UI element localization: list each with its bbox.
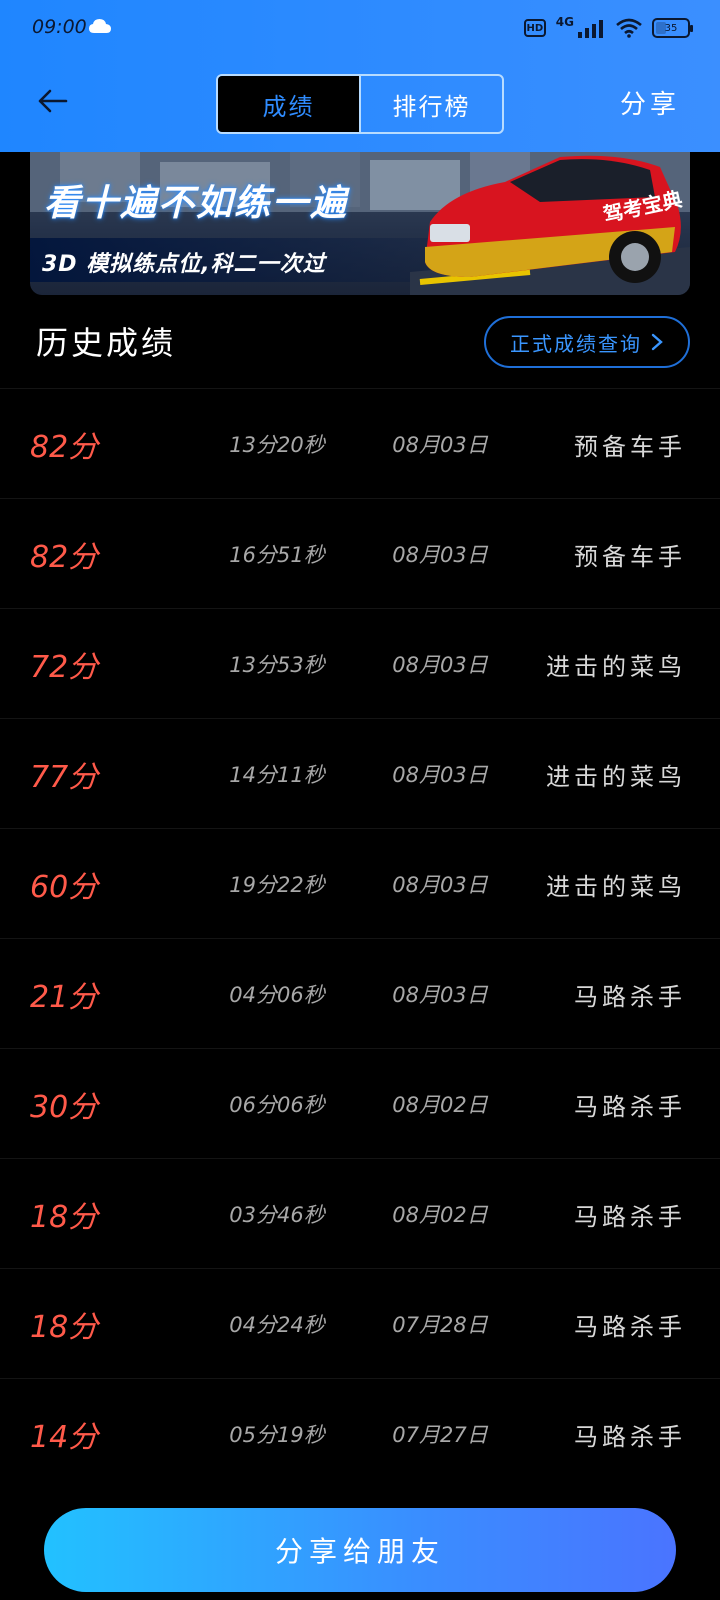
record-score: 60分 bbox=[30, 870, 99, 905]
wifi-icon bbox=[616, 18, 642, 38]
status-indicators: HD 4G 35 bbox=[523, 14, 693, 42]
record-row[interactable]: 18分 04分24秒 07月28日 马路杀手 bbox=[0, 1268, 720, 1378]
record-date: 08月03日 bbox=[392, 763, 488, 787]
tab-scores[interactable]: 成绩 bbox=[218, 76, 359, 132]
record-score: 18分 bbox=[30, 1200, 99, 1235]
record-rank: 马路杀手 bbox=[574, 1422, 686, 1451]
official-score-query-button[interactable]: 正式成绩查询 bbox=[484, 316, 690, 368]
network-type: 4G bbox=[555, 15, 574, 29]
record-date: 08月03日 bbox=[392, 873, 488, 897]
record-duration: 14分11秒 bbox=[229, 763, 325, 787]
record-duration: 16分51秒 bbox=[229, 543, 325, 567]
record-duration: 03分46秒 bbox=[229, 1203, 325, 1227]
status-bar: 09:00 HD 4G 35 bbox=[0, 0, 720, 58]
promo-banner[interactable]: 看十遍不如练一遍 3D 模拟练点位,科二一次过 驾考宝典 bbox=[30, 152, 690, 295]
record-row[interactable]: 30分 06分06秒 08月02日 马路杀手 bbox=[0, 1048, 720, 1158]
banner-title: 看十遍不如练一遍 bbox=[44, 183, 349, 224]
query-button-label: 正式成绩查询 bbox=[510, 331, 642, 356]
record-duration: 04分24秒 bbox=[229, 1313, 325, 1337]
record-rank: 马路杀手 bbox=[574, 1312, 686, 1341]
record-date: 08月03日 bbox=[392, 433, 488, 457]
record-row[interactable]: 21分 04分06秒 08月03日 马路杀手 bbox=[0, 938, 720, 1048]
record-score: 82分 bbox=[30, 540, 99, 575]
cloud-icon bbox=[89, 19, 111, 33]
record-rank: 马路杀手 bbox=[574, 1092, 686, 1121]
tab-leaderboard[interactable]: 排行榜 bbox=[359, 76, 502, 132]
record-rank: 预备车手 bbox=[574, 432, 686, 461]
record-duration: 05分19秒 bbox=[229, 1423, 325, 1447]
record-date: 08月03日 bbox=[392, 543, 488, 567]
hd-badge: HD bbox=[523, 19, 546, 37]
record-row[interactable]: 14分 05分19秒 07月27日 马路杀手 bbox=[0, 1378, 720, 1488]
signal-icon bbox=[578, 20, 603, 38]
record-row[interactable]: 72分 13分53秒 08月03日 进击的菜鸟 bbox=[0, 608, 720, 718]
tab-bar: 成绩 排行榜 bbox=[216, 74, 504, 134]
record-rank: 预备车手 bbox=[574, 542, 686, 571]
chevron-right-icon bbox=[651, 333, 663, 351]
record-score: 18分 bbox=[30, 1310, 99, 1345]
section-title: 历史成绩 bbox=[36, 324, 177, 362]
battery-icon: 35 bbox=[652, 18, 693, 38]
car-illustration: 驾考宝典 bbox=[410, 155, 690, 295]
record-duration: 19分22秒 bbox=[229, 873, 325, 897]
record-rank: 进击的菜鸟 bbox=[546, 652, 686, 681]
record-rank: 进击的菜鸟 bbox=[546, 872, 686, 901]
record-rank: 马路杀手 bbox=[574, 1202, 686, 1231]
share-button[interactable]: 分享 bbox=[620, 84, 680, 121]
record-date: 08月02日 bbox=[392, 1093, 488, 1117]
record-row[interactable]: 82分 13分20秒 08月03日 预备车手 bbox=[0, 388, 720, 498]
record-date: 08月03日 bbox=[392, 983, 488, 1007]
status-time: 09:00 bbox=[32, 16, 87, 38]
record-row[interactable]: 82分 16分51秒 08月03日 预备车手 bbox=[0, 498, 720, 608]
record-rank: 马路杀手 bbox=[574, 982, 686, 1011]
record-score: 77分 bbox=[30, 760, 99, 795]
record-score: 14分 bbox=[30, 1420, 99, 1455]
battery-level: 35 bbox=[664, 22, 678, 34]
record-date: 08月02日 bbox=[392, 1203, 488, 1227]
record-date: 07月27日 bbox=[392, 1423, 488, 1447]
banner-subtitle: 3D 模拟练点位,科二一次过 bbox=[42, 252, 326, 277]
record-score: 30分 bbox=[30, 1090, 99, 1125]
record-date: 08月03日 bbox=[392, 653, 488, 677]
record-row[interactable]: 77分 14分11秒 08月03日 进击的菜鸟 bbox=[0, 718, 720, 828]
record-row[interactable]: 60分 19分22秒 08月03日 进击的菜鸟 bbox=[0, 828, 720, 938]
share-with-friends-button[interactable]: 分享给朋友 bbox=[44, 1508, 676, 1592]
record-duration: 13分20秒 bbox=[229, 433, 325, 457]
record-score: 72分 bbox=[30, 650, 99, 685]
record-duration: 13分53秒 bbox=[229, 653, 325, 677]
record-row[interactable]: 18分 03分46秒 08月02日 马路杀手 bbox=[0, 1158, 720, 1268]
record-rank: 进击的菜鸟 bbox=[546, 762, 686, 791]
record-score: 21分 bbox=[30, 980, 99, 1015]
record-duration: 04分06秒 bbox=[229, 983, 325, 1007]
record-score: 82分 bbox=[30, 430, 99, 465]
record-date: 07月28日 bbox=[392, 1313, 488, 1337]
record-duration: 06分06秒 bbox=[229, 1093, 325, 1117]
back-arrow-icon[interactable] bbox=[36, 84, 70, 118]
header-bar: 09:00 HD 4G 35 成绩 排行榜 分享 bbox=[0, 0, 720, 152]
score-history-list: 82分 13分20秒 08月03日 预备车手 82分 16分51秒 08月03日… bbox=[0, 388, 720, 1488]
